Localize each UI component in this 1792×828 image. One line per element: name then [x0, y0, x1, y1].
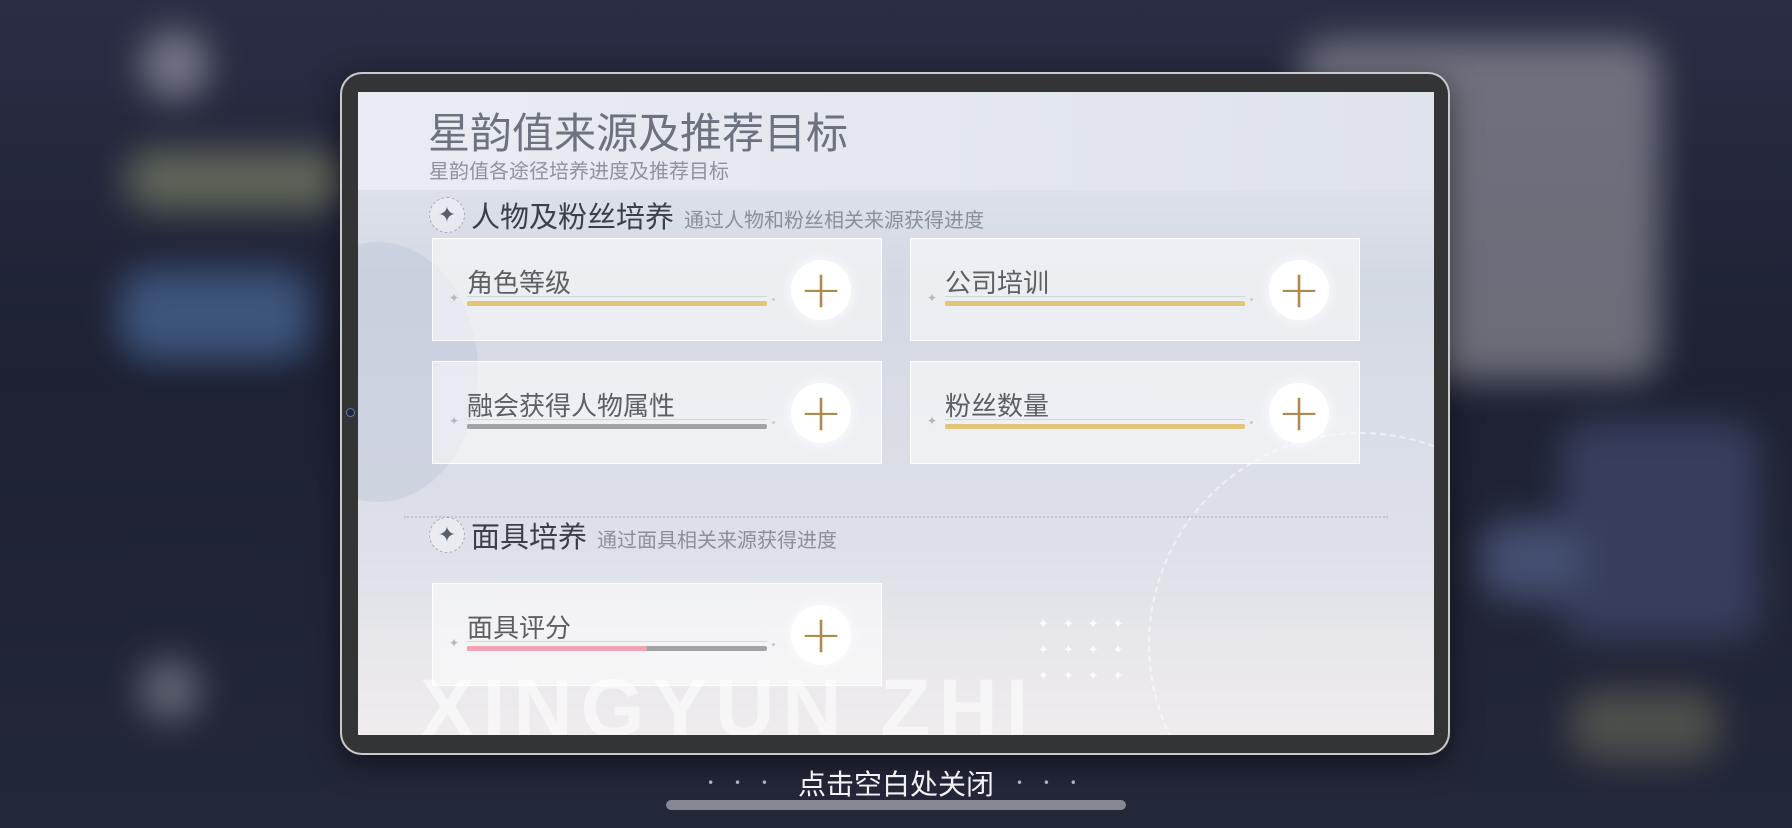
background-blur-shape	[125, 150, 345, 210]
decorative-dots: • • •	[707, 776, 776, 790]
decorative-dot	[772, 298, 775, 301]
sparkle-icon: ✦	[927, 291, 938, 305]
section-title: 人物及粉丝培养	[471, 200, 675, 234]
progress-fill	[467, 424, 767, 429]
progress-card-fusion-attributes: 融会获得人物属性 ✦ +	[432, 361, 882, 464]
section-header-character-fans: ✦ 人物及粉丝培养 通过人物和粉丝相关来源获得进度	[429, 194, 984, 236]
progress-card-character-level: 角色等级 ✦ +	[432, 238, 882, 341]
progress-track	[945, 301, 1245, 306]
progress-track-line	[467, 296, 767, 297]
decorative-dot	[1250, 298, 1253, 301]
card-label: 融会获得人物属性	[467, 392, 676, 422]
progress-fill	[467, 646, 647, 651]
card-label: 角色等级	[467, 269, 572, 299]
card-label: 面具评分	[467, 614, 572, 644]
plus-icon: +	[1277, 383, 1321, 443]
progress-track	[467, 646, 767, 651]
background-blur-shape	[1570, 690, 1720, 760]
progress-track	[467, 301, 767, 306]
decorative-dots: • • •	[1016, 776, 1085, 790]
progress-card-fan-count: 粉丝数量 ✦ +	[910, 361, 1360, 464]
progress-fill	[945, 301, 1245, 306]
sparkle-icon: ✦	[927, 414, 938, 428]
background-blur-shape	[1560, 420, 1760, 640]
close-hint-text[interactable]: 点击空白处关闭	[798, 763, 994, 803]
progress-track-line	[945, 419, 1245, 420]
section-description: 通过人物和粉丝相关来源获得进度	[684, 207, 985, 232]
background-blur-shape	[140, 30, 210, 100]
progress-fill	[945, 424, 1245, 429]
progress-card-company-training: 公司培训 ✦ +	[910, 238, 1360, 341]
close-hint[interactable]: • • • 点击空白处关闭 • • •	[0, 763, 1792, 803]
decorative-dot	[1250, 421, 1253, 424]
plus-icon: +	[799, 260, 843, 320]
card-label: 公司培训	[945, 269, 1050, 299]
decorative-dot	[772, 421, 775, 424]
progress-track	[945, 424, 1245, 429]
plus-icon: +	[799, 383, 843, 443]
home-indicator-bar[interactable]	[666, 800, 1126, 810]
plus-icon: +	[799, 605, 843, 665]
background-blur-shape	[1480, 520, 1580, 600]
progress-card-mask-score: 面具评分 ✦ +	[432, 583, 882, 686]
decorative-ring	[1148, 432, 1434, 735]
sparkle-icon: ✦	[449, 291, 460, 305]
page-title: 星韵值来源及推荐目标	[428, 109, 849, 158]
camera-dot	[346, 408, 355, 417]
sparkle-icon: ✦	[449, 636, 460, 650]
plus-icon: +	[1277, 260, 1321, 320]
add-character-level-button[interactable]: +	[791, 260, 851, 320]
background-blur-shape	[140, 660, 200, 720]
source-panel: ✦✦✦✦ ✦✦✦✦ ✦✦✦✦ XINGYUN ZHI 星韵值来源及推荐目标 星韵值各…	[358, 92, 1434, 735]
sparkle-icon: ✦	[429, 197, 465, 233]
progress-track-line	[467, 419, 767, 420]
add-fan-count-button[interactable]: +	[1269, 383, 1329, 443]
add-mask-score-button[interactable]: +	[791, 605, 851, 665]
sparkle-icon: ✦	[429, 517, 465, 553]
section-description: 通过面具相关来源获得进度	[597, 527, 838, 552]
sparkle-icon: ✦	[449, 414, 460, 428]
section-header-mask: ✦ 面具培养 通过面具相关来源获得进度	[429, 514, 837, 556]
progress-track	[467, 424, 767, 429]
section-title: 面具培养	[471, 520, 588, 554]
decorative-dot	[772, 643, 775, 646]
tablet-frame: ✦✦✦✦ ✦✦✦✦ ✦✦✦✦ XINGYUN ZHI 星韵值来源及推荐目标 星韵值各…	[340, 72, 1450, 755]
card-label: 粉丝数量	[945, 392, 1050, 422]
add-company-training-button[interactable]: +	[1269, 260, 1329, 320]
page-subtitle: 星韵值各途径培养进度及推荐目标	[429, 159, 729, 183]
add-fusion-attributes-button[interactable]: +	[791, 383, 851, 443]
progress-track-line	[467, 641, 767, 642]
progress-track-line	[945, 296, 1245, 297]
progress-fill	[467, 301, 767, 306]
background-blur-shape	[120, 270, 310, 360]
decorative-stars: ✦✦✦✦ ✦✦✦✦ ✦✦✦✦	[1038, 617, 1138, 684]
